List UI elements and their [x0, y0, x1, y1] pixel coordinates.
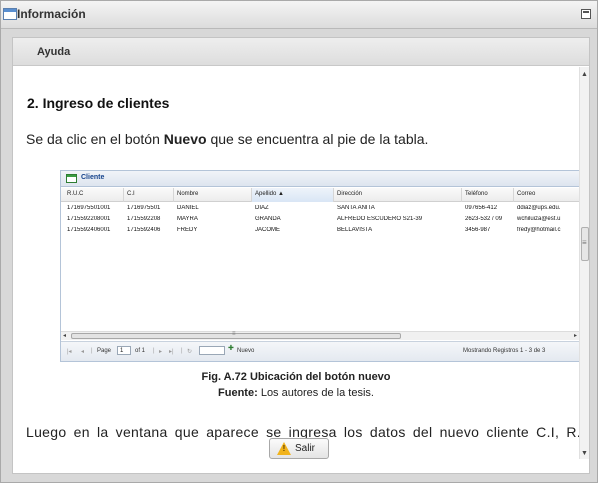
column-separator — [461, 188, 462, 202]
toolbar-separator: | — [91, 348, 93, 354]
help-panel: Ayuda 2. Ingreso de clientes Se da clic … — [12, 37, 590, 474]
prev-page-icon[interactable]: ◂ — [81, 348, 84, 355]
page-number-input[interactable]: 1 — [117, 346, 131, 355]
column-separator — [333, 188, 334, 202]
paging-status: Mostrando Registros 1 - 3 de 3 — [463, 348, 546, 354]
page-label: Page — [97, 348, 112, 354]
scroll-thumb[interactable] — [581, 227, 589, 261]
cell-apellido: DIAZ — [255, 205, 269, 211]
column-header-nombre[interactable]: Nombre — [177, 191, 198, 197]
add-icon[interactable]: ✚ — [228, 345, 236, 353]
paging-toolbar: |◂ ◂ | Page 1 of 1 | ▸ ▸| | ↻ ✚ Nuevo Mo… — [61, 341, 579, 361]
cell-correo: ddiaz@ups.edu. — [517, 205, 561, 211]
column-header-ci[interactable]: C.I — [127, 191, 135, 197]
figure-caption: Fig. A.72 Ubicación del botón nuevo — [201, 371, 391, 383]
cell-telefono: 097656-412 — [465, 205, 498, 211]
window-icon — [3, 8, 17, 20]
salir-button-label: Salir — [295, 443, 316, 454]
minimize-icon[interactable] — [581, 9, 591, 19]
toolbar-separator: | — [153, 348, 155, 354]
cell-ruc: 1715592406001 — [67, 227, 111, 233]
first-page-icon[interactable]: |◂ — [67, 348, 72, 355]
scroll-up-icon[interactable]: ▲ — [581, 71, 588, 78]
column-separator — [123, 188, 124, 202]
search-box[interactable] — [199, 346, 225, 355]
column-header-telefono[interactable]: Teléfono — [465, 191, 488, 197]
cell-telefono: 2623-532 / 09 — [465, 216, 503, 222]
cell-direccion: SANTA ANITA — [337, 205, 375, 211]
last-page-icon[interactable]: ▸| — [169, 348, 174, 355]
cell-ci: 1716975501 — [127, 205, 161, 211]
panel-header: Ayuda — [13, 38, 589, 66]
figure-source: Fuente: Los autores de la tesis. — [13, 387, 579, 399]
grid-title: Cliente — [81, 174, 105, 181]
cell-apellido: JACOME — [255, 227, 281, 233]
figure-source-label: Fuente: — [218, 387, 258, 399]
column-separator — [513, 188, 514, 202]
cell-correo: wchiluiza@est.u — [517, 216, 561, 222]
paragraph-1-text-b: que se encuentra al pie de la tabla. — [206, 131, 429, 147]
cell-apellido: GRANDA — [255, 216, 281, 222]
cell-direccion: ALFREDO ESCUDERO S21-39 — [337, 216, 423, 222]
column-header-correo[interactable]: Correo — [517, 191, 535, 197]
section-heading: 2. Ingreso de clientes — [27, 95, 170, 111]
figure-source-text: Los autores de la tesis. — [257, 387, 374, 399]
column-separator — [173, 188, 174, 202]
window-titlebar: Información — [1, 1, 597, 29]
table-row[interactable]: 1715592208001 1715592208 MAYRA GRANDA AL… — [61, 214, 579, 225]
window-title: Información — [17, 7, 86, 21]
scroll-thumb[interactable] — [71, 331, 401, 339]
cell-ruc: 1716975501001 — [67, 205, 111, 211]
scroll-down-icon[interactable]: ▼ — [581, 450, 588, 457]
grid-icon — [66, 174, 77, 183]
cell-correo: fredy@hotmail.c — [517, 227, 561, 233]
scroll-left-icon[interactable]: ◂ — [63, 332, 66, 339]
warning-icon-mark: ! — [282, 444, 286, 453]
help-content[interactable]: 2. Ingreso de clientes Se da clic en el … — [13, 67, 579, 459]
cell-ci: 1715592406 — [127, 227, 161, 233]
cell-ruc: 1715592208001 — [67, 216, 111, 222]
content-vertical-scrollbar[interactable]: ▲ ▼ — [579, 67, 589, 459]
cell-nombre: DANIEL — [177, 205, 199, 211]
cell-nombre: MAYRA — [177, 216, 198, 222]
page-count-label: of 1 — [135, 348, 146, 354]
figure-grid-screenshot: Cliente R.U.C C.I Nombre Apellido ▲ Dire… — [60, 170, 579, 362]
grid-horizontal-scrollbar[interactable]: ◂ ▸ — [61, 331, 579, 340]
scroll-right-icon[interactable]: ▸ — [574, 332, 577, 339]
paragraph-1-bold: Nuevo — [163, 131, 207, 147]
cell-ci: 1715592208 — [127, 216, 161, 222]
column-header-direccion[interactable]: Dirección — [337, 191, 362, 197]
paragraph-1-text-a: Se da clic en el botón — [26, 131, 164, 147]
info-window: Información Ayuda 2. Ingreso de clientes… — [0, 0, 598, 483]
panel-title: Ayuda — [37, 46, 71, 58]
salir-button[interactable]: ! Salir — [269, 438, 329, 459]
column-header-ruc[interactable]: R.U.C — [67, 191, 83, 197]
grid-header: R.U.C C.I Nombre Apellido ▲ Dirección Te… — [61, 188, 579, 202]
column-header-apellido[interactable]: Apellido ▲ — [255, 191, 284, 197]
grid-titlebar: Cliente — [61, 171, 579, 187]
cell-telefono: 3456-987 — [465, 227, 491, 233]
toolbar-separator: | — [181, 348, 183, 354]
cell-nombre: FREDY — [177, 227, 198, 233]
refresh-icon[interactable]: ↻ — [187, 348, 192, 355]
table-row[interactable]: 1715592406001 1715592406 FREDY JACOME BE… — [61, 225, 579, 236]
column-separator — [251, 188, 252, 202]
table-row[interactable]: 1716975501001 1716975501 DANIEL DIAZ SAN… — [61, 203, 579, 214]
next-page-icon[interactable]: ▸ — [159, 348, 162, 355]
paragraph-1: Se da clic en el botón Nuevo que se encu… — [26, 131, 428, 147]
nuevo-button[interactable]: Nuevo — [237, 348, 254, 354]
cell-direccion: BELLAVISTA — [337, 227, 373, 233]
